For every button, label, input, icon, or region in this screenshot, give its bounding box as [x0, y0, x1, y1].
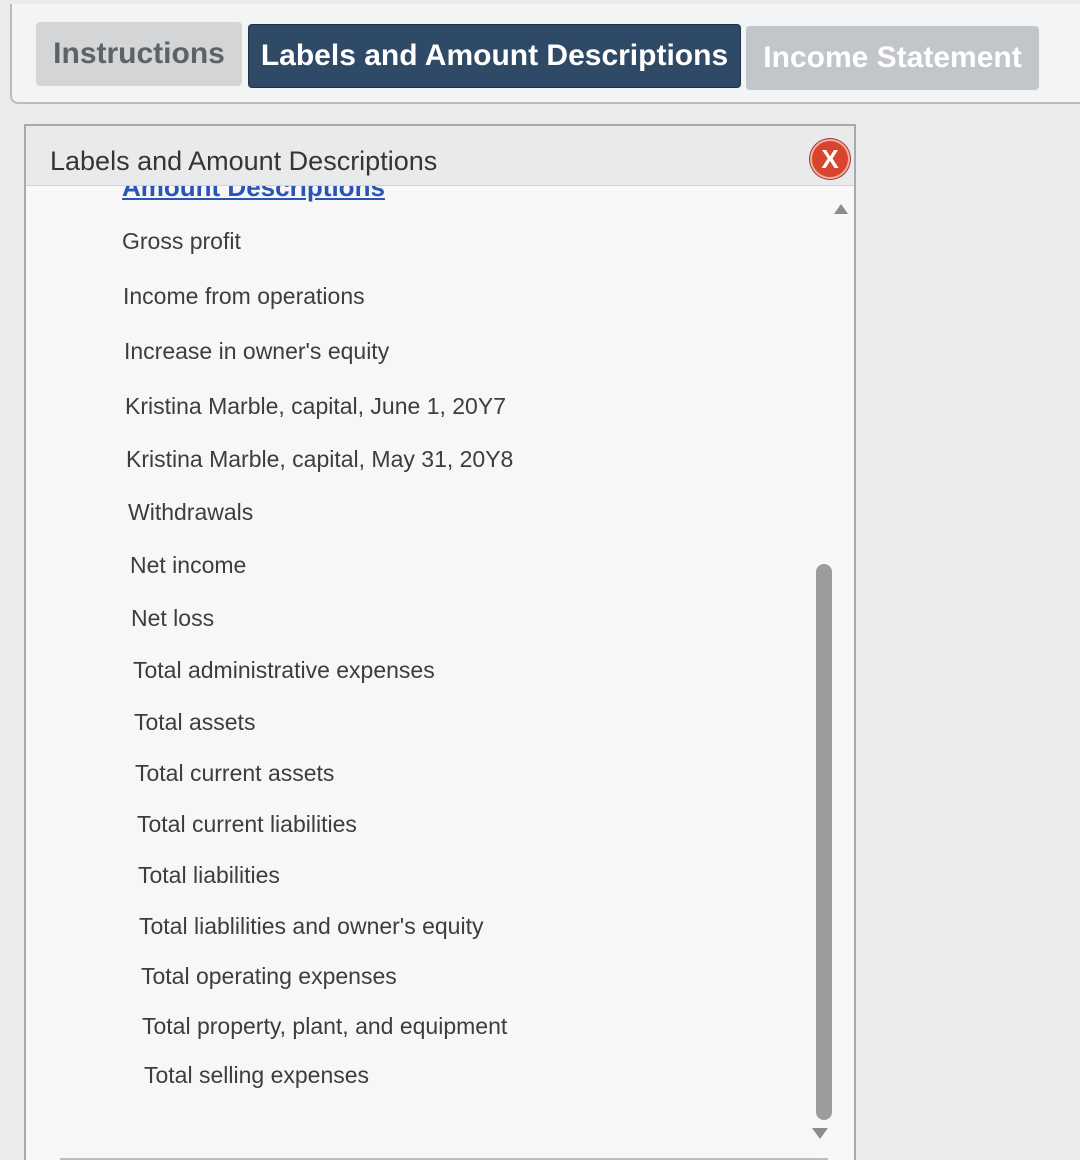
list-item[interactable]: Income from operations: [123, 283, 365, 310]
scroll-down-icon[interactable]: [812, 1128, 828, 1139]
list-item[interactable]: Increase in owner's equity: [124, 338, 389, 365]
tab-income-statement[interactable]: Income Statement: [746, 26, 1039, 90]
list-item[interactable]: Total current assets: [135, 760, 334, 787]
panel-title: Labels and Amount Descriptions: [50, 146, 438, 176]
list-item[interactable]: Total assets: [134, 709, 255, 736]
list-item[interactable]: Total current liabilities: [137, 811, 357, 838]
list-item[interactable]: Withdrawals: [128, 499, 253, 526]
panel-header: Labels and Amount Descriptions X: [26, 126, 854, 186]
labels-panel: Labels and Amount Descriptions X Amount …: [24, 124, 856, 1160]
tab-labels-and-amount-descriptions[interactable]: Labels and Amount Descriptions: [248, 24, 741, 88]
list-item[interactable]: Total liablilities and owner's equity: [139, 913, 483, 940]
list-item[interactable]: Net income: [130, 552, 246, 579]
close-icon: X: [821, 143, 839, 174]
list-item[interactable]: Kristina Marble, capital, June 1, 20Y7: [125, 393, 506, 420]
list-item[interactable]: Kristina Marble, capital, May 31, 20Y8: [126, 446, 513, 473]
list-item[interactable]: Total selling expenses: [144, 1062, 369, 1089]
description-list[interactable]: Amount Descriptions Gross profit Income …: [60, 186, 820, 1160]
list-item[interactable]: Net loss: [131, 605, 214, 632]
section-header-amount-descriptions: Amount Descriptions: [122, 186, 385, 202]
close-button[interactable]: X: [810, 139, 850, 179]
tab-instructions[interactable]: Instructions: [36, 22, 242, 86]
list-item[interactable]: Total liabilities: [138, 862, 280, 889]
list-item[interactable]: Total operating expenses: [141, 963, 397, 990]
list-item[interactable]: Total property, plant, and equipment: [142, 1013, 507, 1040]
list-item[interactable]: Total administrative expenses: [133, 657, 435, 684]
scroll-up-icon[interactable]: [834, 204, 848, 214]
list-item[interactable]: Gross profit: [122, 228, 241, 255]
scrollbar-thumb[interactable]: [816, 564, 832, 1120]
